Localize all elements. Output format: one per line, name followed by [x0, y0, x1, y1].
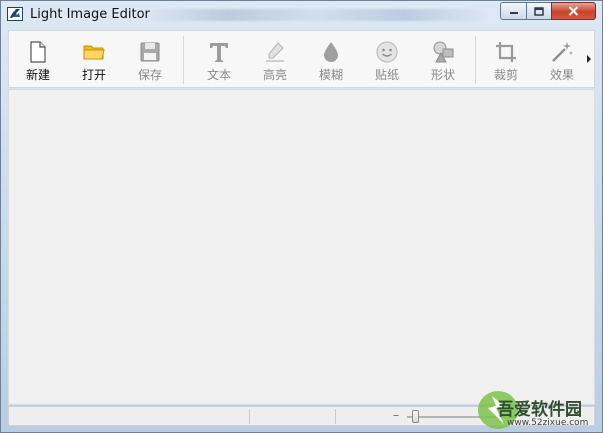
sticker-button[interactable]: 贴纸: [361, 31, 413, 87]
effect-button[interactable]: 效果: [536, 31, 588, 87]
new-button[interactable]: 新建: [12, 31, 64, 87]
maximize-button[interactable]: [526, 2, 551, 20]
zoom-slider-thumb[interactable]: [411, 410, 419, 423]
window-title: Light Image Editor: [30, 7, 150, 22]
highlighter-pen-icon: [266, 42, 284, 62]
watermark-text: 吾爱软件园: [497, 400, 582, 420]
window-controls: [500, 2, 596, 20]
shape-label: 形状: [430, 68, 455, 82]
shape-button[interactable]: 形状: [417, 31, 469, 87]
save-button[interactable]: 保存: [124, 31, 176, 87]
shapes-icon: [433, 41, 454, 63]
close-icon: [568, 6, 579, 16]
blur-label: 模糊: [318, 68, 343, 82]
text-button[interactable]: 文本: [193, 31, 245, 87]
watermark-url: www.52zixue.com: [507, 418, 589, 428]
toolbar-separator: [475, 36, 476, 84]
toolbar-separator: [183, 36, 184, 84]
smiley-face-icon: [376, 41, 398, 63]
status-separator: [249, 409, 250, 424]
effect-label: 效果: [549, 68, 574, 82]
chevron-right-icon[interactable]: [587, 55, 591, 63]
open-button[interactable]: 打开: [68, 31, 120, 87]
blurred-taskbar-area: [141, 9, 491, 21]
maximize-icon: [534, 6, 544, 16]
new-file-icon: [30, 41, 46, 63]
crop-label: 裁剪: [493, 68, 518, 82]
app-icon: [7, 7, 23, 21]
title-bar[interactable]: Light Image Editor: [1, 1, 602, 29]
blur-button[interactable]: 模糊: [305, 31, 357, 87]
text-label: 文本: [206, 68, 231, 82]
magic-wand-icon: [552, 42, 573, 62]
folder-icon: [83, 45, 105, 60]
save-label: 保存: [137, 68, 162, 82]
minimize-button[interactable]: [500, 2, 526, 20]
minimize-icon: [509, 12, 518, 14]
water-drop-icon: [324, 42, 338, 62]
close-button[interactable]: [551, 2, 596, 20]
floppy-disk-icon: [140, 42, 160, 62]
main-toolbar: 新建 打开 保存 文本 高亮 模糊 贴纸 形状 裁剪 效果: [8, 30, 595, 88]
image-canvas[interactable]: [8, 89, 595, 405]
sticker-label: 贴纸: [374, 68, 399, 82]
crop-icon: [496, 42, 516, 62]
new-label: 新建: [25, 68, 50, 82]
app-window: Light Image Editor 新建 打开 保存 文本 高亮 模糊 贴纸 …: [0, 0, 603, 433]
text-t-icon: [210, 43, 228, 62]
status-separator: [335, 409, 336, 424]
open-label: 打开: [81, 68, 106, 82]
highlight-button[interactable]: 高亮: [249, 31, 301, 87]
crop-button[interactable]: 裁剪: [480, 31, 532, 87]
highlight-label: 高亮: [262, 68, 287, 82]
zoom-out-button[interactable]: –: [393, 408, 399, 422]
